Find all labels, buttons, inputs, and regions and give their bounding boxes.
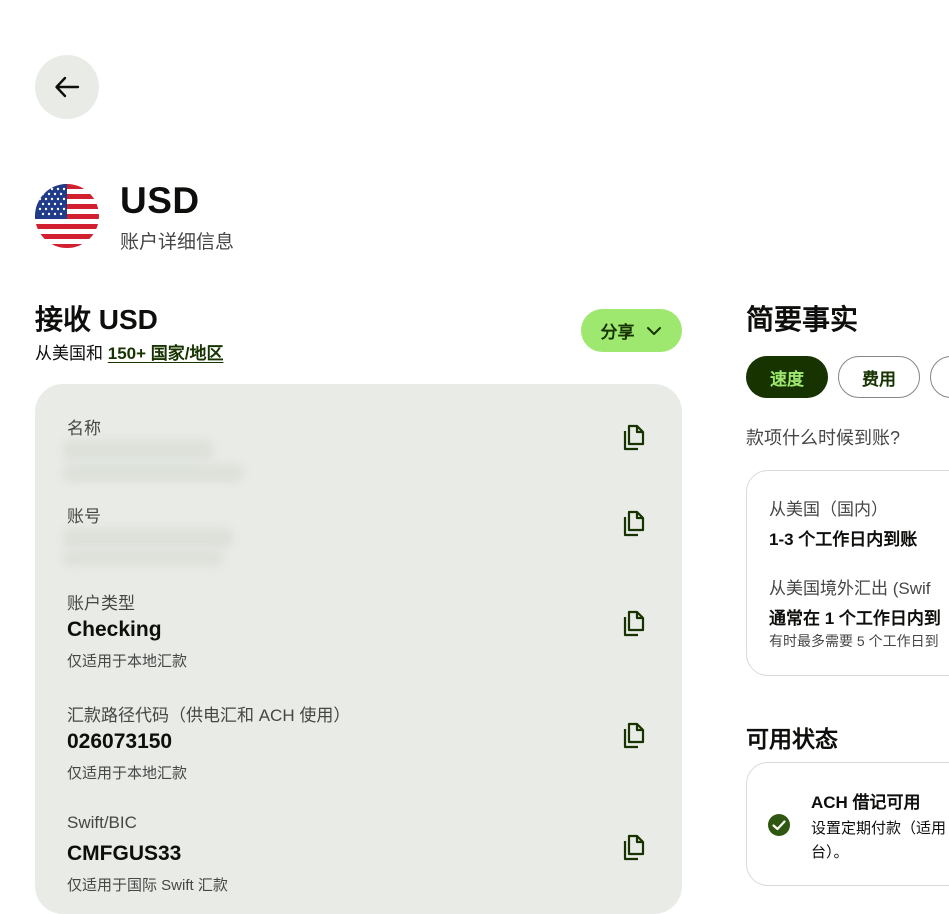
ach-debit-title: ACH 借记可用 (811, 793, 921, 812)
copy-routing-number-button[interactable] (620, 720, 650, 750)
receive-from-prefix: 从美国和 (35, 344, 103, 363)
receive-subtitle: 从美国和 150+ 国家/地区 (35, 339, 223, 364)
swift-label: Swift/BIC (67, 813, 137, 832)
name-value-redacted (63, 440, 213, 460)
domestic-label: 从美国（国内） (769, 500, 888, 519)
receive-title: 接收 USD (35, 304, 158, 335)
routing-number-label: 汇款路径代码（供电汇和 ACH 使用） (67, 706, 351, 725)
swift-value: CMFGUS33 (67, 842, 182, 865)
availability-title: 可用状态 (746, 726, 838, 752)
international-label: 从美国境外汇出 (Swif (769, 579, 931, 598)
back-button[interactable] (35, 55, 99, 119)
copy-account-number-button[interactable] (620, 508, 650, 538)
check-circle-icon (768, 814, 790, 836)
quick-facts-title: 简要事实 (746, 304, 859, 335)
account-number-label: 账号 (67, 507, 101, 526)
ach-debit-card: ACH 借记可用 设置定期付款（适用 台）。 (746, 762, 949, 886)
ach-debit-desc-1: 设置定期付款（适用 (811, 820, 947, 837)
copy-icon (623, 424, 645, 451)
copy-account-type-button[interactable] (620, 608, 650, 638)
account-type-note: 仅适用于本地汇款 (67, 653, 188, 670)
currency-code: USD (120, 180, 200, 221)
arrow-left-icon (55, 76, 80, 98)
us-flag-icon (35, 184, 99, 248)
account-details-card: 名称 账号 账户类型 Checking 仅适用于本地汇款 汇款路径代码（供电汇和… (35, 384, 682, 914)
name-value-redacted-2 (63, 464, 243, 482)
arrival-question: 款项什么时候到账? (746, 428, 901, 448)
account-type-label: 账户类型 (67, 594, 135, 613)
account-number-redacted-2 (63, 550, 223, 566)
international-note: 有时最多需要 5 个工作日到 (769, 633, 939, 649)
copy-icon (623, 722, 645, 749)
account-type-value: Checking (67, 618, 162, 641)
swift-note: 仅适用于国际 Swift 汇款 (67, 877, 228, 894)
chevron-down-icon (646, 326, 661, 335)
speed-card: 从美国（国内） 1-3 个工作日内到账 从美国境外汇出 (Swif 通常在 1 … (746, 470, 949, 676)
tab-fees[interactable]: 费用 (838, 356, 920, 398)
tab-speed[interactable]: 速度 (746, 356, 828, 398)
copy-name-button[interactable] (620, 422, 650, 452)
copy-icon (623, 834, 645, 861)
share-label: 分享 (600, 323, 635, 342)
routing-number-value: 026073150 (67, 730, 173, 753)
countries-link[interactable]: 150+ 国家/地区 (108, 344, 224, 363)
routing-number-note: 仅适用于本地汇款 (67, 765, 188, 782)
page-subtitle: 账户详细信息 (120, 232, 235, 253)
ach-debit-desc-2: 台）。 (811, 844, 849, 861)
account-number-redacted (63, 528, 233, 548)
copy-icon (623, 610, 645, 637)
name-label: 名称 (67, 419, 101, 438)
copy-swift-button[interactable] (620, 832, 650, 862)
copy-icon (623, 510, 645, 537)
domestic-value: 1-3 个工作日内到账 (769, 530, 918, 549)
tab-more[interactable] (930, 356, 949, 398)
international-value: 通常在 1 个工作日内到 (769, 609, 941, 628)
share-button[interactable]: 分享 (581, 309, 682, 352)
